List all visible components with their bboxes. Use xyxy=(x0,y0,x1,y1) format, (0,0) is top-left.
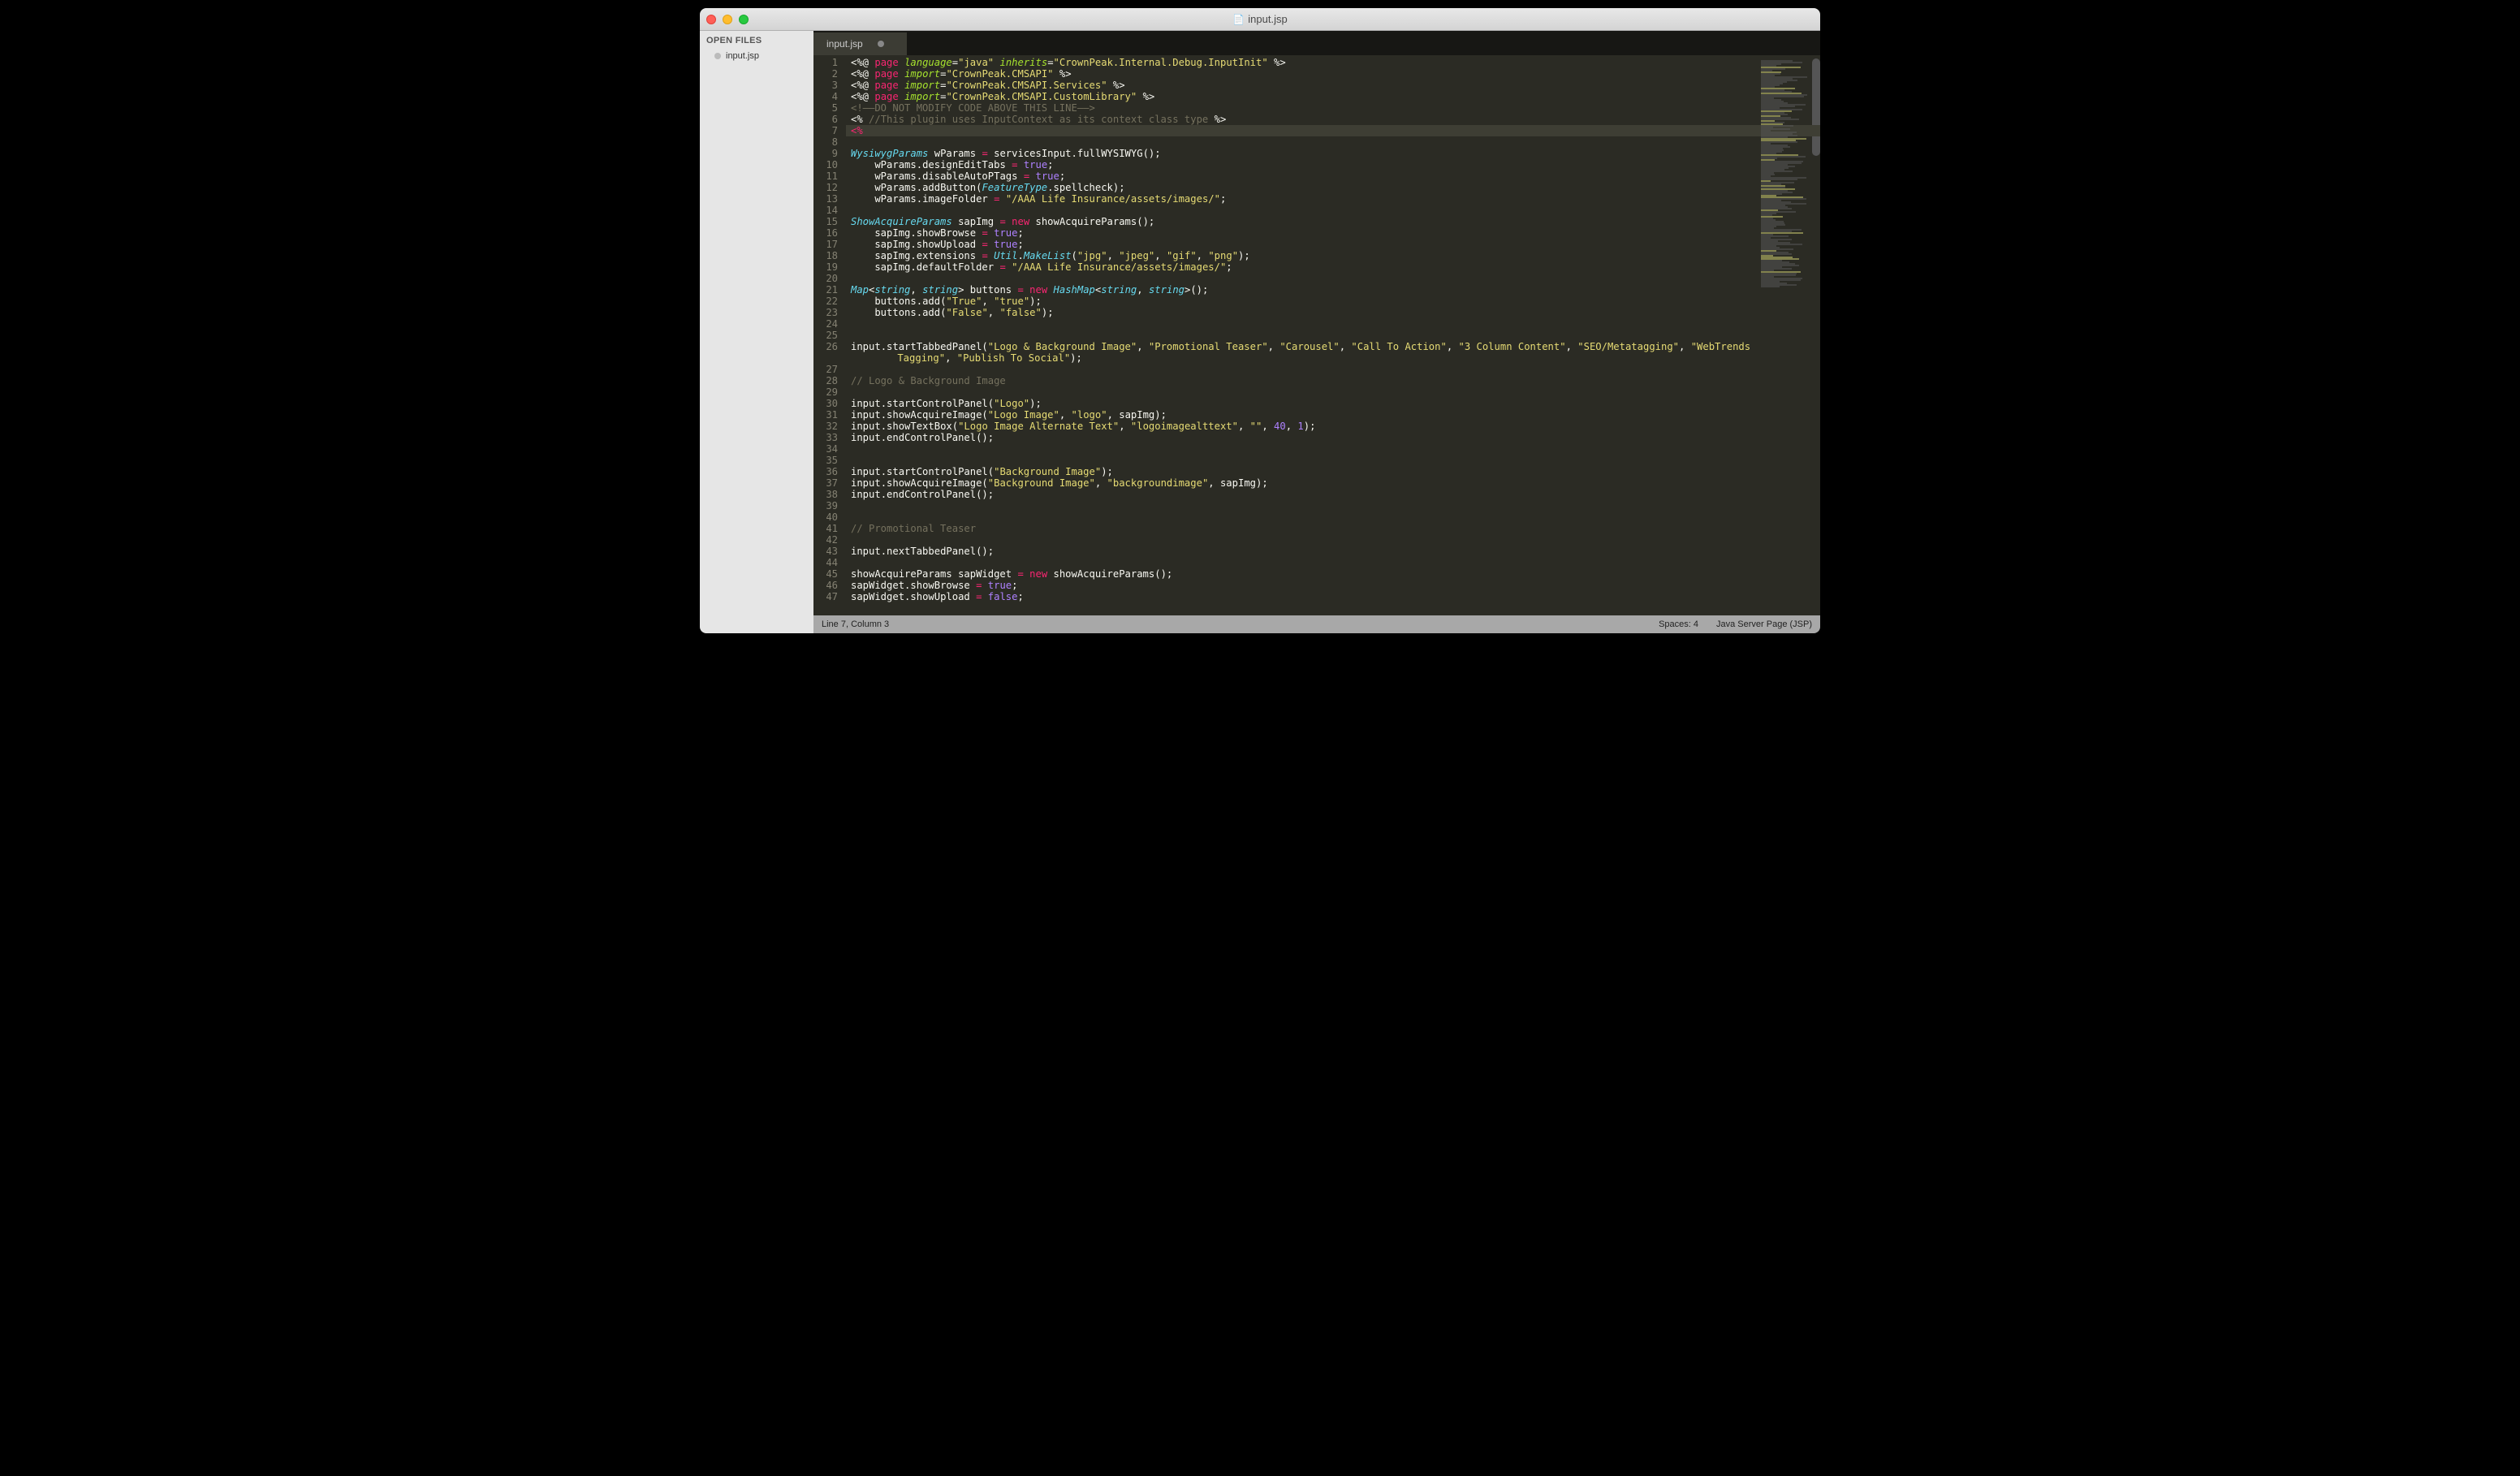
status-position[interactable]: Line 7, Column 3 xyxy=(822,619,889,629)
status-syntax[interactable]: Java Server Page (JSP) xyxy=(1716,619,1812,629)
window-title: input.jsp xyxy=(700,13,1820,25)
vertical-scrollbar[interactable] xyxy=(1812,55,1820,615)
statusbar: Line 7, Column 3 Spaces: 4 Java Server P… xyxy=(813,615,1820,633)
sidebar-header: OPEN FILES xyxy=(700,31,813,49)
tabbar: input.jsp xyxy=(813,31,1820,55)
code-area[interactable]: 1234567891011121314151617181920212223242… xyxy=(813,55,1820,615)
editor: input.jsp 123456789101112131415161718192… xyxy=(813,31,1820,633)
sidebar-item-label: input.jsp xyxy=(726,51,759,61)
editor-window: input.jsp OPEN FILES input.jsp input.jsp… xyxy=(700,8,1820,633)
gutter: 1234567891011121314151617181920212223242… xyxy=(813,55,846,615)
tab-label: input.jsp xyxy=(826,38,863,50)
status-indent[interactable]: Spaces: 4 xyxy=(1659,619,1698,629)
file-icon xyxy=(1232,13,1245,25)
window-title-text: input.jsp xyxy=(1248,13,1287,25)
tab-file[interactable]: input.jsp xyxy=(813,32,907,55)
minimap[interactable] xyxy=(1756,55,1812,615)
titlebar: input.jsp xyxy=(700,8,1820,31)
sidebar-item-file[interactable]: input.jsp xyxy=(700,49,813,63)
dirty-indicator-icon xyxy=(878,41,884,47)
scrollbar-thumb[interactable] xyxy=(1812,58,1820,156)
code-content[interactable]: <%@ page language="java" inherits="Crown… xyxy=(846,55,1756,615)
sidebar: OPEN FILES input.jsp xyxy=(700,31,813,633)
